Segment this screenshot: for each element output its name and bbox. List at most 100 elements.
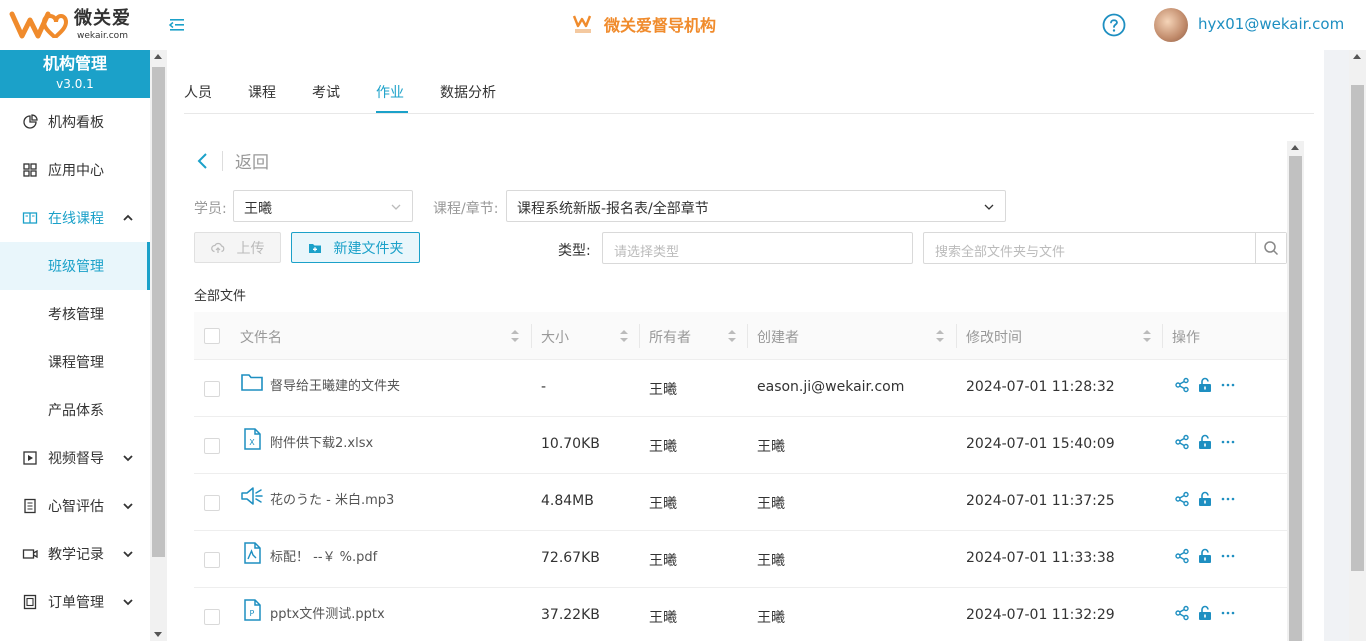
share-icon[interactable]: [1174, 491, 1190, 507]
page-scrollbar[interactable]: [1349, 50, 1366, 641]
unlock-icon[interactable]: [1197, 548, 1213, 564]
search-input[interactable]: 搜索全部文件夹与文件: [923, 232, 1287, 264]
row-actions: [1174, 605, 1243, 621]
table-row[interactable]: 标配！ --￥ %.pdf 72.67KB 王曦 王曦 2024-07-01 1…: [194, 531, 1289, 588]
sidebar-item-assessment-management[interactable]: 考核管理: [0, 290, 150, 338]
more-icon[interactable]: [1220, 491, 1236, 507]
unlock-icon[interactable]: [1197, 377, 1213, 393]
type-select[interactable]: 请选择类型: [602, 232, 913, 264]
row-checkbox[interactable]: [204, 495, 220, 511]
sort-icon[interactable]: [936, 329, 944, 343]
course-label: 课程/章节:: [433, 201, 499, 217]
menu-collapse-icon[interactable]: [168, 16, 186, 34]
sort-icon[interactable]: [1143, 329, 1151, 343]
file-creator: 王曦: [757, 496, 785, 512]
help-icon[interactable]: [1102, 13, 1126, 37]
sidebar-item-course-management[interactable]: 课程管理: [0, 338, 150, 386]
more-icon[interactable]: [1220, 377, 1236, 393]
col-owner[interactable]: 所有者: [649, 327, 691, 347]
more-icon[interactable]: [1220, 605, 1236, 621]
search-button[interactable]: [1255, 233, 1286, 263]
back-link[interactable]: 返回: [194, 148, 269, 173]
top-header: 微关爱 wekair.com 微关爱督导机构 hyx01@wekair.com: [0, 0, 1366, 50]
sidebar-item-app-center[interactable]: 应用中心: [0, 146, 150, 194]
sidebar-item-label: 应用中心: [48, 163, 104, 179]
row-checkbox[interactable]: [204, 381, 220, 397]
row-actions: [1174, 548, 1243, 564]
scroll-down-arrow-icon[interactable]: [154, 632, 162, 637]
share-icon[interactable]: [1174, 377, 1190, 393]
tab-people[interactable]: 人员: [184, 82, 212, 102]
file-size: 37.22KB: [541, 607, 600, 623]
row-checkbox[interactable]: [204, 552, 220, 568]
row-checkbox[interactable]: [204, 609, 220, 625]
scrollbar-thumb[interactable]: [1289, 156, 1302, 641]
sidebar-item-dashboard[interactable]: 机构看板: [0, 98, 150, 146]
sidebar-item-mental-assessment[interactable]: 心智评估: [0, 482, 150, 530]
col-modified[interactable]: 修改时间: [966, 327, 1022, 347]
chevron-down-icon: [123, 455, 133, 462]
course-select[interactable]: 课程系统新版-报名表/全部章节: [506, 190, 1006, 222]
report-icon: [24, 498, 36, 514]
col-filename[interactable]: 文件名: [240, 327, 282, 347]
upload-button[interactable]: 上传: [194, 232, 281, 263]
tab-courses[interactable]: 课程: [248, 82, 276, 102]
sort-icon[interactable]: [728, 329, 736, 343]
sidebar-item-order-management[interactable]: 订单管理: [0, 578, 150, 626]
file-name[interactable]: pptx文件测试.pptx: [270, 603, 385, 622]
sidebar-item-product-system[interactable]: 产品体系: [0, 386, 150, 434]
col-actions: 操作: [1172, 330, 1200, 346]
tab-homework[interactable]: 作业: [376, 82, 404, 102]
sidebar-item-label: 教学记录: [48, 547, 104, 563]
more-icon[interactable]: [1220, 548, 1236, 564]
avatar[interactable]: [1154, 8, 1188, 42]
tab-data-analysis[interactable]: 数据分析: [440, 82, 496, 102]
sidebar-item-video-supervision[interactable]: 视频督导: [0, 434, 150, 482]
file-modified: 2024-07-01 11:28:32: [966, 379, 1115, 395]
more-icon[interactable]: [1220, 434, 1236, 450]
share-icon[interactable]: [1174, 605, 1190, 621]
unlock-icon[interactable]: [1197, 434, 1213, 450]
unlock-icon[interactable]: [1197, 605, 1213, 621]
table-row[interactable]: 督导给王曦建的文件夹 - 王曦 eason.ji@wekair.com 2024…: [194, 360, 1289, 417]
sidebar-title: 机构管理: [42, 54, 107, 73]
sidebar-item-label: 考核管理: [48, 307, 104, 323]
sort-icon[interactable]: [620, 329, 628, 343]
tab-exams[interactable]: 考试: [312, 82, 340, 102]
sort-icon[interactable]: [511, 329, 519, 343]
sidebar-item-online-course[interactable]: 在线课程: [0, 194, 150, 242]
share-icon[interactable]: [1174, 548, 1190, 564]
file-name[interactable]: 标配！ --￥ %.pdf: [270, 546, 377, 565]
student-select[interactable]: 王曦: [233, 190, 413, 222]
table-row[interactable]: 花のうた - 米白.mp3 4.84MB 王曦 王曦 2024-07-01 11…: [194, 474, 1289, 531]
page-scrollbar-area: [1324, 50, 1366, 641]
scroll-up-arrow-icon[interactable]: [1291, 145, 1299, 150]
file-size: 4.84MB: [541, 493, 594, 509]
file-name[interactable]: 督导给王曦建的文件夹: [270, 375, 400, 394]
table-row[interactable]: P pptx文件测试.pptx 37.22KB 王曦 王曦 2024-07-01…: [194, 588, 1289, 641]
row-checkbox[interactable]: [204, 438, 220, 454]
logo[interactable]: 微关爱 wekair.com: [8, 8, 131, 42]
share-icon[interactable]: [1174, 434, 1190, 450]
select-all-checkbox[interactable]: [204, 328, 220, 344]
col-creator[interactable]: 创建者: [757, 327, 799, 347]
sidebar-item-teaching-records[interactable]: 教学记录: [0, 530, 150, 578]
scroll-up-arrow-icon[interactable]: [1353, 54, 1361, 59]
user-email[interactable]: hyx01@wekair.com: [1198, 15, 1344, 33]
table-row[interactable]: X 附件供下载2.xlsx 10.70KB 王曦 王曦 2024-07-01 1…: [194, 417, 1289, 474]
file-name[interactable]: 花のうた - 米白.mp3: [270, 489, 394, 508]
chevron-down-icon: [123, 503, 133, 510]
content-scrollbar[interactable]: [1287, 141, 1304, 641]
file-size: -: [541, 379, 547, 395]
file-creator: eason.ji@wekair.com: [757, 379, 905, 395]
file-name[interactable]: 附件供下载2.xlsx: [270, 432, 373, 451]
scrollbar-thumb[interactable]: [1351, 85, 1364, 571]
pie-chart-icon: [23, 114, 38, 129]
sidebar-scrollbar[interactable]: [150, 50, 167, 641]
col-size[interactable]: 大小: [541, 327, 569, 347]
scroll-up-arrow-icon[interactable]: [154, 54, 162, 59]
scrollbar-thumb[interactable]: [152, 67, 165, 557]
unlock-icon[interactable]: [1197, 491, 1213, 507]
sidebar-item-class-management[interactable]: 班级管理: [0, 242, 150, 290]
new-folder-button[interactable]: 新建文件夹: [291, 232, 420, 263]
